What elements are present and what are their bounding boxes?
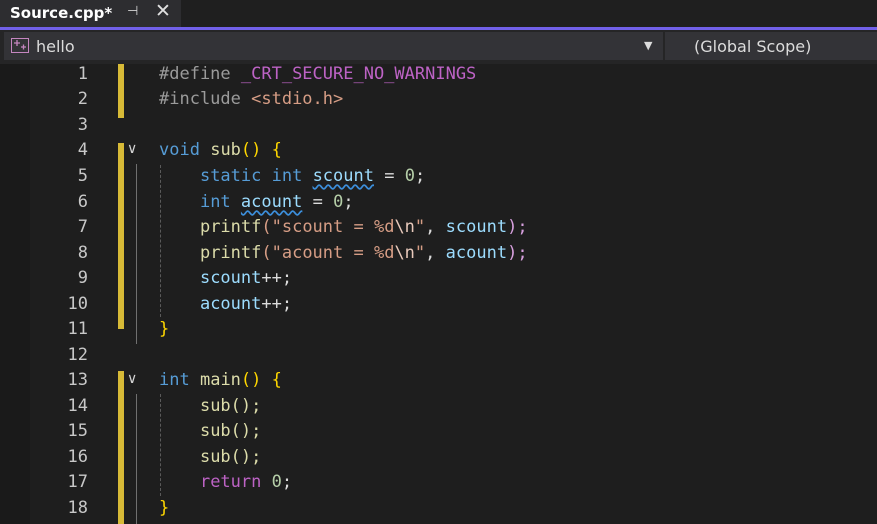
code-line: 2 #include <stdio.h> <box>0 89 877 114</box>
line-number: 18 <box>67 498 88 518</box>
line-number: 10 <box>67 294 88 314</box>
tab-title: Source.cpp* <box>10 4 113 22</box>
variable-name: acount <box>445 243 508 263</box>
code-line: 11 } <box>0 319 877 344</box>
line-number: 16 <box>67 447 88 467</box>
line-number: 14 <box>67 396 88 416</box>
code-punctuation: ); <box>507 243 528 263</box>
number-literal: 0 <box>333 192 344 212</box>
function-name: printf <box>199 217 262 237</box>
line-number: 8 <box>77 243 88 263</box>
include-path: <stdio.h> <box>251 89 344 109</box>
chevron-down-icon[interactable]: ∨ <box>127 141 137 157</box>
code-punctuation: () { <box>240 140 282 160</box>
preprocessor-directive: #include <box>159 89 252 109</box>
code-line: 10 acount++; <box>0 294 877 319</box>
code-punctuation: ++; <box>261 294 293 314</box>
line-number: 11 <box>67 319 88 339</box>
code-line: 18 } <box>0 498 877 523</box>
variable-name: scount <box>445 217 508 237</box>
keyword: int <box>199 192 231 212</box>
project-dropdown[interactable]: hello ▼ <box>4 32 663 60</box>
code-line: 15 sub(); <box>0 421 877 446</box>
chevron-down-icon[interactable]: ▼ <box>644 39 652 52</box>
scope-dropdown[interactable]: (Global Scope) <box>665 32 877 60</box>
code-punctuation: ++; <box>261 268 293 288</box>
closing-brace: } <box>159 319 170 339</box>
line-number: 7 <box>77 217 88 237</box>
number-literal: 0 <box>271 472 282 492</box>
function-name: printf <box>199 243 262 263</box>
code-line: 3 <box>0 115 877 140</box>
function-call: sub(); <box>199 447 262 467</box>
tab-source-cpp[interactable]: Source.cpp* ⊣ ✕ <box>0 0 181 28</box>
line-number: 1 <box>77 64 88 84</box>
line-number: 3 <box>77 115 88 135</box>
code-line: 4 ∨ void sub() { <box>0 140 877 165</box>
code-punctuation: () { <box>240 370 282 390</box>
code-line: 9 scount++; <box>0 268 877 293</box>
code-line: 12 <box>0 345 877 370</box>
variable-name: scount <box>199 268 262 288</box>
tab-bar: Source.cpp* ⊣ ✕ <box>0 0 877 28</box>
code-punctuation: ; <box>281 472 293 492</box>
code-line: 1 #define _CRT_SECURE_NO_WARNINGS <box>0 64 877 89</box>
code-punctuation: ); <box>507 217 528 237</box>
project-label: hello <box>36 37 75 56</box>
function-name: sub <box>210 140 241 160</box>
string-literal: " <box>414 217 426 237</box>
code-punctuation: ; <box>343 192 354 212</box>
code-line: 17 return 0; <box>0 472 877 497</box>
number-literal: 0 <box>404 166 415 186</box>
code-line: 16 sub(); <box>0 447 877 472</box>
line-number: 12 <box>67 345 88 365</box>
variable-name: acount <box>240 192 303 212</box>
operator: = <box>302 192 334 212</box>
line-number: 13 <box>67 370 88 390</box>
closing-brace: } <box>159 498 170 518</box>
line-number: 9 <box>77 268 88 288</box>
navigation-bar: hello ▼ (Global Scope) <box>0 30 877 64</box>
code-line: 14 sub(); <box>0 396 877 421</box>
line-number: 6 <box>77 192 88 212</box>
escape-sequence: \n <box>394 243 415 263</box>
scope-label: (Global Scope) <box>694 37 812 56</box>
keyword: int <box>159 370 190 390</box>
project-icon <box>11 38 29 53</box>
code-editor[interactable]: 1 #define _CRT_SECURE_NO_WARNINGS 2 #inc… <box>0 64 877 524</box>
pin-icon[interactable]: ⊣ <box>127 4 138 19</box>
close-icon[interactable]: ✕ <box>155 0 171 22</box>
variable-name: acount <box>199 294 262 314</box>
operator: = <box>373 166 405 186</box>
chevron-down-icon[interactable]: ∨ <box>127 371 137 387</box>
code-line: 13 ∨ int main() { <box>0 370 877 395</box>
code-line: 6 int acount = 0; <box>0 192 877 217</box>
keyword: return <box>199 472 262 492</box>
string-literal: " <box>414 243 426 263</box>
escape-sequence: \n <box>394 217 415 237</box>
variable-name: scount <box>312 166 374 186</box>
function-name: main <box>199 370 241 390</box>
line-number: 4 <box>77 140 88 160</box>
function-call: sub(); <box>199 396 262 416</box>
code-line: 5 static int scount = 0; <box>0 166 877 191</box>
function-call: sub(); <box>199 421 262 441</box>
code-line: 7 printf("scount = %d\n", scount); <box>0 217 877 242</box>
line-number: 17 <box>67 472 88 492</box>
code-line: 8 printf("acount = %d\n", acount); <box>0 243 877 268</box>
code-punctuation: ; <box>414 166 426 186</box>
line-number: 15 <box>67 421 88 441</box>
macro-name: _CRT_SECURE_NO_WARNINGS <box>240 64 477 84</box>
keyword: void <box>159 140 200 160</box>
line-number: 2 <box>77 89 88 109</box>
string-literal: ("acount = %d <box>261 243 395 263</box>
preprocessor-directive: #define <box>159 64 241 84</box>
string-literal: ("scount = %d <box>261 217 395 237</box>
line-number: 5 <box>77 166 88 186</box>
keyword: static int <box>199 166 303 186</box>
